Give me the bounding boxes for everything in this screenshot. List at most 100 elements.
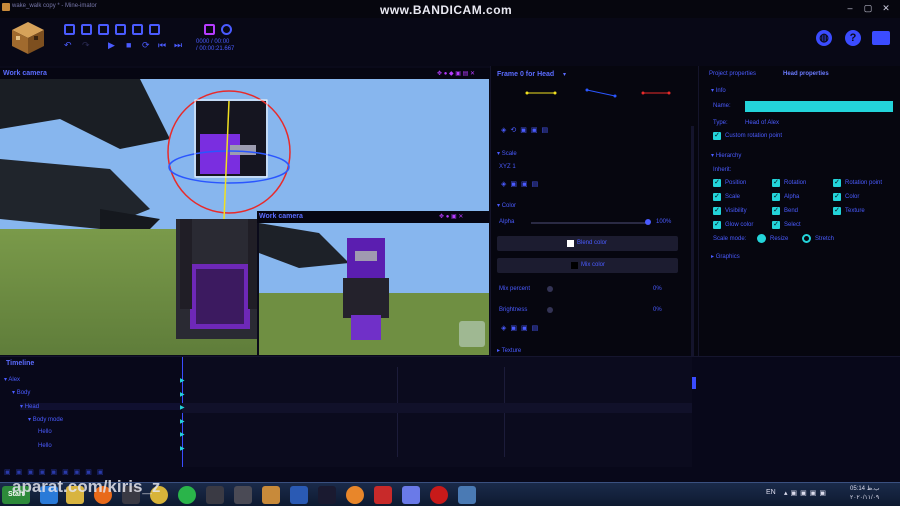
seek-start-icon[interactable]: ⏮ bbox=[158, 40, 166, 51]
blender-icon[interactable] bbox=[346, 486, 364, 504]
clock-time[interactable]: 05:14 ب.ظ bbox=[850, 485, 880, 492]
timeline-row-label: Hello bbox=[38, 429, 52, 435]
mix-color-label: Mix color bbox=[581, 262, 606, 268]
mix-color-button[interactable]: Mix color bbox=[497, 258, 678, 273]
inherit-scale-checkbox[interactable] bbox=[713, 193, 721, 201]
open-folder-icon[interactable] bbox=[98, 24, 109, 35]
bandicam-icon[interactable] bbox=[430, 486, 448, 504]
inherit-visibility-checkbox[interactable] bbox=[713, 207, 721, 215]
app-icon-grey[interactable] bbox=[234, 486, 252, 504]
texture-section-header[interactable]: ▸ Texture bbox=[497, 347, 521, 354]
inherit-rotation-point-checkbox[interactable] bbox=[833, 179, 841, 187]
loop-icon[interactable]: ⟳ bbox=[142, 40, 150, 51]
save-as-icon[interactable] bbox=[132, 24, 143, 35]
chat-icon[interactable] bbox=[872, 31, 890, 45]
panel-scrollbar[interactable] bbox=[691, 126, 694, 358]
website-globe-icon[interactable]: ◍ bbox=[816, 30, 832, 46]
tray-icons[interactable]: ▴▣▣▣▣ bbox=[784, 489, 829, 497]
name-field[interactable] bbox=[745, 101, 893, 112]
tab-head-properties[interactable]: Head properties bbox=[783, 71, 829, 77]
mix-percent-handle[interactable] bbox=[547, 286, 553, 292]
info-section-header[interactable]: ▾ Info bbox=[711, 87, 726, 94]
alpha-slider-handle[interactable] bbox=[645, 219, 651, 225]
discord-icon[interactable] bbox=[402, 486, 420, 504]
new-project-icon[interactable] bbox=[64, 24, 75, 35]
inherit-rotation-checkbox[interactable] bbox=[772, 179, 780, 187]
play-icon[interactable]: ▶ bbox=[108, 40, 115, 51]
blend-color-button[interactable]: Blend color bbox=[497, 236, 678, 251]
chevron-down-icon[interactable]: ▾ bbox=[563, 71, 566, 78]
timeline-row[interactable]: ▾ Alex bbox=[4, 376, 20, 383]
render-image-icon[interactable] bbox=[204, 24, 215, 35]
app-icon-dark[interactable] bbox=[206, 486, 224, 504]
seek-end-icon[interactable]: ⏭ bbox=[174, 40, 182, 51]
timeline-row[interactable]: Hello bbox=[38, 443, 52, 449]
acrobat-icon[interactable] bbox=[374, 486, 392, 504]
timeline-selected-row bbox=[182, 403, 692, 413]
language-indicator[interactable]: EN bbox=[766, 489, 776, 496]
rotation-tools-icon[interactable]: ◈⟲▣▣▤ bbox=[501, 126, 552, 134]
stop-icon[interactable]: ■ bbox=[126, 40, 131, 50]
inherit-texture-label: Texture bbox=[845, 208, 865, 214]
word-icon[interactable] bbox=[290, 486, 308, 504]
transition-curves[interactable] bbox=[521, 86, 681, 100]
timeline-row[interactable]: Hello bbox=[38, 429, 52, 435]
viewport-title: Work camera bbox=[3, 70, 47, 77]
sub-viewport-tools-icon[interactable]: ✥ ● ▣ ✕ bbox=[439, 213, 463, 220]
inherit-texture-checkbox[interactable] bbox=[833, 207, 841, 215]
alpha-value: 100% bbox=[656, 219, 672, 225]
save-icon[interactable] bbox=[115, 24, 126, 35]
timeline-visibility-icons[interactable]: ▶ ▶ ▶ ▶ ▶ ▶ bbox=[180, 375, 185, 456]
timeline-scrollbar[interactable] bbox=[692, 377, 696, 389]
image-viewer-icon[interactable] bbox=[458, 486, 476, 504]
color-tools-icon[interactable]: ◈▣▣▤ bbox=[501, 324, 542, 332]
timeline-row[interactable]: ▾ Body bbox=[12, 389, 30, 396]
import-asset-icon[interactable] bbox=[149, 24, 160, 35]
mineimator-taskbar-icon[interactable] bbox=[262, 486, 280, 504]
open-file-icon[interactable] bbox=[81, 24, 92, 35]
timeline-row[interactable]: ▾ Body mode bbox=[28, 416, 63, 423]
inherit-select-checkbox[interactable] bbox=[772, 221, 780, 229]
hierarchy-section-header[interactable]: ▾ Hierarchy bbox=[711, 152, 741, 159]
redo-icon[interactable]: ↷ bbox=[82, 40, 90, 51]
inherit-glow-color-checkbox[interactable] bbox=[713, 221, 721, 229]
texture-section-label: Texture bbox=[501, 348, 522, 354]
timeline-tools-icon[interactable]: ▣▣▣▣▣▣▣▣▣ bbox=[4, 468, 109, 476]
timeline-track-area[interactable] bbox=[182, 357, 692, 467]
custom-rotation-label: Custom rotation point bbox=[725, 133, 783, 139]
scale-mode-resize-radio[interactable] bbox=[757, 234, 766, 243]
scale-mode-stretch-radio[interactable] bbox=[802, 234, 811, 243]
sub-viewport[interactable] bbox=[257, 223, 489, 355]
undo-icon[interactable]: ↶ bbox=[64, 40, 72, 51]
maximize-button[interactable]: ▢ bbox=[862, 2, 874, 14]
minimize-button[interactable]: – bbox=[844, 2, 856, 14]
properties-panel: Project properties Head properties ▾ Inf… bbox=[698, 66, 900, 360]
brightness-handle[interactable] bbox=[547, 307, 553, 313]
timeline-row-label: Alex bbox=[8, 377, 21, 383]
help-icon[interactable]: ? bbox=[845, 30, 861, 46]
clock-date[interactable]: ۲۰۲۰/۱۱/۰۹ bbox=[850, 494, 879, 501]
video-editor-icon[interactable] bbox=[318, 486, 336, 504]
tab-project-properties[interactable]: Project properties bbox=[709, 71, 756, 77]
alpha-slider[interactable] bbox=[531, 222, 649, 224]
inherit-visibility-label: Visibility bbox=[725, 208, 747, 214]
inherit-alpha-label: Alpha bbox=[784, 194, 800, 200]
scale-section-header[interactable]: ▾ Scale bbox=[497, 150, 517, 157]
blend-color-swatch bbox=[567, 240, 574, 247]
hierarchy-section-label: Hierarchy bbox=[715, 153, 742, 159]
color-section-header[interactable]: ▾ Color bbox=[497, 202, 516, 209]
settings-gear-icon[interactable] bbox=[221, 24, 232, 35]
inherit-position-checkbox[interactable] bbox=[713, 179, 721, 187]
graphics-section-header[interactable]: ▸ Graphics bbox=[711, 253, 740, 260]
timeline-row-selected[interactable]: ▾ Head bbox=[20, 403, 180, 410]
custom-rotation-checkbox[interactable] bbox=[713, 132, 721, 140]
whatsapp-icon[interactable] bbox=[178, 486, 196, 504]
graphics-section-label: Graphics bbox=[715, 254, 740, 260]
inherit-color-checkbox[interactable] bbox=[833, 193, 841, 201]
viewport-tools-icon[interactable]: ✥ ● ◆ ▣ ▤ ✕ bbox=[437, 70, 475, 77]
inherit-bend-checkbox[interactable] bbox=[772, 207, 780, 215]
mix-percent-value: 0% bbox=[653, 286, 662, 292]
close-button[interactable]: ✕ bbox=[880, 2, 892, 14]
inherit-alpha-checkbox[interactable] bbox=[772, 193, 780, 201]
scale-tools-icon[interactable]: ◈▣▣▤ bbox=[501, 180, 542, 188]
